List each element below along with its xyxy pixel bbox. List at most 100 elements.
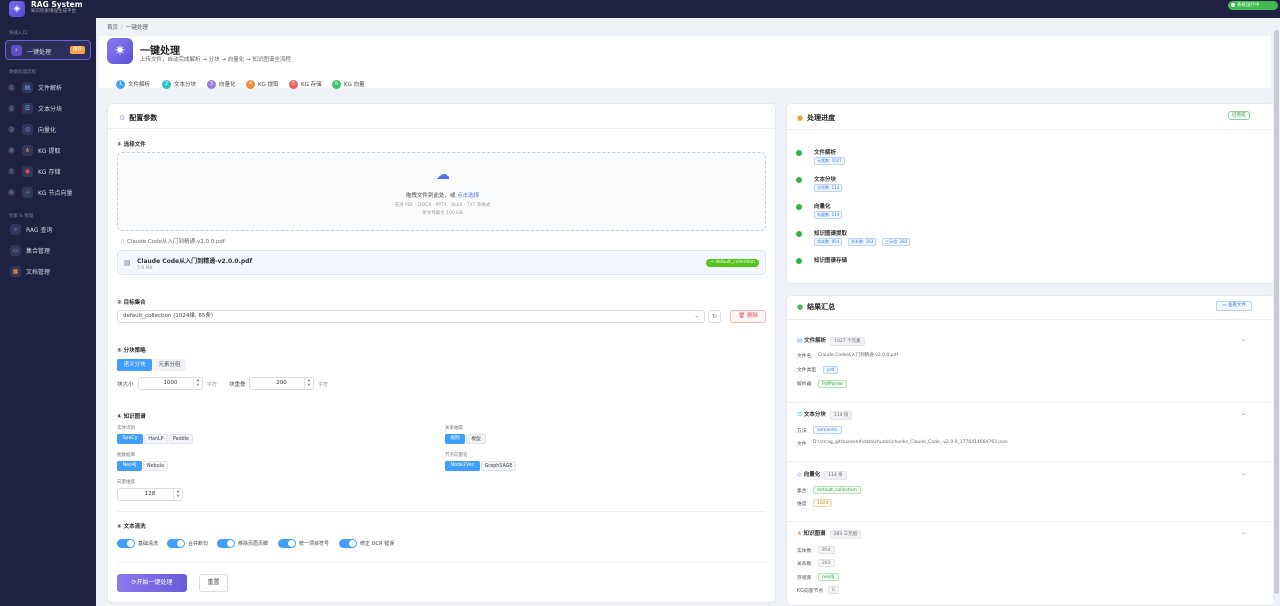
node-vec-option-graphsage[interactable]: GraphSAGE	[481, 461, 516, 471]
reset-button[interactable]: 重置	[199, 574, 228, 592]
selected-file-card: ▤ Claude Code从入门到精通-v2.0.0.pdf 7.6 MB → …	[117, 250, 766, 275]
graphdb-option-neo4j[interactable]: Neo4j	[117, 461, 142, 471]
sidebar-item-kg-node-vector[interactable]: 6 ⊹ KG 节点向量	[8, 184, 92, 202]
progress-status-tag: 已完成	[1228, 111, 1250, 120]
chevron-down-icon[interactable]: ⌄	[1241, 470, 1246, 477]
refresh-button[interactable]: ↻	[708, 310, 721, 323]
bolt-icon: ⚡	[11, 45, 22, 56]
toggle-switch[interactable]	[339, 539, 357, 548]
chunk-mode-element[interactable]: 元素分组	[153, 359, 186, 371]
start-process-button[interactable]: ⟳开始一键处理	[117, 574, 187, 592]
sidebar: 快速入口 ⚡ 一键处理 推荐 数据处理流程 1 ▤ 文件解析 2 ☰ 文本分块 …	[0, 18, 96, 606]
breadcrumb-home[interactable]: 首页	[107, 25, 118, 31]
entity-option-hanlp[interactable]: HanLP	[144, 434, 168, 444]
sidebar-item-text-chunk[interactable]: 2 ☰ 文本分块	[8, 100, 92, 118]
entity-option-paddle[interactable]: Paddle	[169, 434, 193, 444]
chevron-down-icon[interactable]: ⌄	[1241, 410, 1246, 417]
chevron-down-icon[interactable]: ⌄	[1241, 529, 1246, 536]
stepper-icon[interactable]: ▲ ▼	[304, 378, 313, 389]
kv-key: 存储库	[797, 576, 812, 581]
delete-collection-button[interactable]: 🗑 删除	[730, 310, 766, 323]
progress-tag: 元素数: 1027	[814, 157, 845, 165]
divider	[787, 402, 1274, 403]
step-label: KG 存储	[301, 82, 322, 88]
sidebar-item-file-parse[interactable]: 1 ▤ 文件解析	[8, 79, 92, 97]
result-section-vector[interactable]: ◎ 向量化 114 条	[797, 470, 847, 480]
sidebar-item-vectorize[interactable]: 3 ◎ 向量化	[8, 121, 92, 139]
relation-option-rule[interactable]: 规则	[445, 434, 465, 444]
sidebar-item-label: RAG 查询	[26, 227, 53, 234]
progress-tag: 三元组: 283	[882, 238, 911, 246]
step-kg-vector: 6 KG 向量	[332, 79, 365, 91]
scrollbar-thumb[interactable]	[1274, 30, 1279, 594]
result-section-kg[interactable]: ⋔ 知识图谱 283 三元组	[797, 529, 862, 539]
node-vec-option-node2vec[interactable]: Node2Vec	[445, 461, 480, 471]
toggle-switch[interactable]	[278, 539, 296, 548]
entity-option-spacy[interactable]: SpaCy	[117, 434, 143, 444]
chunk-mode-semantic[interactable]: 语义分块	[117, 359, 152, 371]
step-number: 4	[8, 147, 15, 154]
toggle-switch[interactable]	[217, 539, 235, 548]
sidebar-item-label: 一键处理	[27, 49, 52, 56]
kv-key: 文件	[797, 442, 807, 447]
document-icon: ▤	[124, 259, 131, 267]
progress-tag: 分块数: 114	[814, 184, 843, 192]
overlap-input[interactable]: 200 ▲ ▼	[249, 377, 314, 390]
check-icon	[796, 258, 802, 264]
relation-option-model[interactable]: 模型	[466, 434, 486, 444]
chunk-size-input[interactable]: 1000 ▲ ▼	[138, 377, 203, 390]
clean-section-title: ⑤ 文本清洗	[117, 524, 146, 530]
graphdb-label: 图数据库	[117, 453, 135, 458]
view-files-button[interactable]: ▭ 查看文件	[1216, 301, 1252, 311]
stepper-icon[interactable]: ▲ ▼	[193, 378, 202, 389]
vec-dim-input[interactable]: 128 ▲ ▼	[117, 488, 183, 501]
click-select-link[interactable]: 点击选择	[457, 193, 479, 199]
sidebar-item-label: KG 节点向量	[38, 190, 73, 197]
settings-icon: ⚙	[119, 114, 126, 122]
kv-key: 实体数	[797, 549, 812, 554]
recommend-badge: 推荐	[70, 46, 85, 54]
kv-key: 解析器	[797, 382, 812, 387]
graphdb-option-nebula[interactable]: Nebula	[143, 461, 168, 471]
node-vec-label: 节点向量化	[445, 453, 468, 458]
collection-select[interactable]: default_collection (1024维, 65条) ⌄	[117, 310, 705, 323]
drop-zone-max-size: 单文件最大 100 GB	[422, 211, 463, 216]
app-logo-icon: ◈	[9, 1, 25, 17]
overlap-unit: 字符	[318, 382, 329, 388]
check-icon	[796, 204, 802, 210]
kv-value: Claude Code从入门到精通-v2.0.0.pdf	[818, 353, 899, 358]
result-section-chunk[interactable]: ☰ 文本分块 114 块	[797, 410, 853, 420]
toggle-switch[interactable]	[167, 539, 185, 548]
step-number: 3	[8, 126, 15, 133]
results-card: ● 结果汇总 ▭ 查看文件 ▤ 文件解析 1027 个元素 ⌄ 文件名 Claude…	[786, 295, 1275, 606]
result-section-parse[interactable]: ▤ 文件解析 1027 个元素	[797, 336, 865, 346]
sidebar-item-documents[interactable]: ▦ 文档管理	[8, 263, 92, 281]
sidebar-item-kg-extract[interactable]: 4 ⋔ KG 提取	[8, 142, 92, 160]
overlap-label: 块重叠	[229, 382, 246, 388]
sidebar-item-collections[interactable]: ▭ 集合管理	[8, 242, 92, 260]
step-label: 文件解析	[128, 82, 151, 88]
trash-icon: 🗑	[738, 313, 746, 319]
toggle-switch[interactable]	[117, 539, 135, 548]
sidebar-section-quick: 快速入口	[9, 31, 27, 36]
sidebar-item-kg-store[interactable]: 5 ◉ KG 存储	[8, 163, 92, 181]
step-number: 2	[8, 105, 15, 112]
node-icon: ⊹	[22, 187, 33, 198]
sparkle-icon: ✷	[107, 38, 133, 64]
sidebar-item-label: KG 提取	[38, 148, 61, 155]
refresh-icon: ↻	[711, 313, 718, 320]
step-number: 1	[116, 80, 125, 89]
progress-tag: 向量数: 114	[814, 211, 843, 219]
file-drop-zone[interactable]: ☁ 拖拽文件到此处，或 点击选择 支持 PDF · DOCX · PPTX · …	[117, 152, 766, 231]
check-icon	[796, 150, 802, 156]
kv-value: 1024	[813, 499, 833, 507]
system-status-badge: 系统运行中	[1228, 1, 1278, 10]
search-icon: ⌕	[10, 224, 21, 235]
sidebar-item-one-click[interactable]: ⚡ 一键处理 推荐	[5, 40, 91, 60]
entity-label: 实体识别	[117, 426, 135, 431]
sidebar-item-label: 向量化	[38, 127, 57, 134]
chevron-down-icon[interactable]: ⌄	[1241, 336, 1246, 343]
stepper-icon[interactable]: ▲ ▼	[173, 489, 182, 500]
sidebar-item-rag-query[interactable]: ⌕ RAG 查询	[8, 221, 92, 239]
step-file-parse: 1 文件解析	[116, 79, 150, 91]
